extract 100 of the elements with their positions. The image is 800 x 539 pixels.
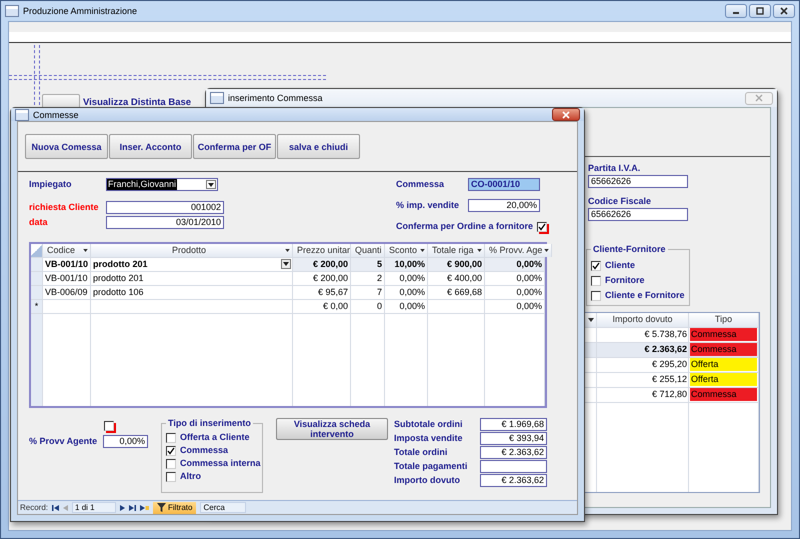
column-header[interactable]: % Provv. Age (485, 244, 552, 257)
input-field[interactable]: € 393,94 (480, 432, 547, 445)
input-field[interactable]: 001002 (106, 201, 224, 214)
table-cell: € 900,00 (446, 259, 482, 269)
close-icon (780, 7, 788, 15)
column-header[interactable]: Totale riga (428, 244, 485, 257)
option-label: Cliente e Fornitore (605, 290, 685, 301)
input-field[interactable]: € 2.363,62 (480, 474, 547, 487)
input-field[interactable]: € 1.969,68 (480, 418, 547, 431)
command-button[interactable]: salva e chiudi (277, 134, 360, 159)
column-header[interactable]: Sconto (385, 244, 428, 257)
column-header[interactable]: Prodotto (91, 244, 293, 257)
table-cell: € 295,20 (597, 358, 689, 372)
table-row[interactable]: VB-001/10 prodotto 201 € 200,00 5 10,00% € 900,00 0,00% (31, 258, 545, 272)
filter-button[interactable]: Filtrato (153, 502, 196, 514)
input-field[interactable]: CO-0001/10 (468, 178, 540, 191)
window-title: Produzione Amministrazione (23, 6, 138, 16)
new-record-icon[interactable] (140, 504, 150, 510)
option-label: Cliente (605, 260, 636, 271)
input-field[interactable] (480, 460, 547, 473)
maximize-button[interactable] (749, 4, 771, 18)
column-header[interactable]: Quanti (351, 244, 385, 257)
table-row[interactable]: € 2.363,62 Commessa (585, 343, 759, 358)
table-cell: 0 (376, 301, 382, 311)
command-button[interactable]: Visualizza scheda intervento (276, 418, 388, 440)
table-row[interactable]: VB-006/09 prodotto 106 € 95,67 7 0,00% € 669,68 0,00% (31, 286, 545, 300)
close-icon (755, 94, 763, 102)
table-cell: € 95,67 (318, 287, 348, 297)
checkbox[interactable] (166, 472, 176, 482)
checkbox[interactable] (104, 421, 114, 431)
table-cell: 0,00% (399, 287, 425, 297)
table-cell: 0,00% (516, 259, 542, 269)
table-cell: € 669,68 (446, 287, 482, 297)
field-label: Partita I.V.A. (588, 163, 642, 174)
caret-icon (420, 249, 425, 252)
option-label: Fornitore (605, 275, 644, 286)
table-cell: € 0,00 (322, 301, 348, 311)
column-header[interactable] (585, 313, 597, 327)
next-record-icon[interactable] (120, 504, 126, 510)
command-button[interactable]: Nuova Comessa (25, 134, 108, 159)
dropdown-button[interactable] (281, 259, 291, 269)
field-label: % imp. vendite (396, 200, 460, 211)
checkbox[interactable] (591, 290, 601, 300)
table-row[interactable]: € 712,80 Commessa (585, 388, 759, 403)
option-label: Offerta a Cliente (180, 432, 250, 443)
dropdown-field[interactable]: Franchi,Giovanni (106, 178, 218, 191)
option-label: Commessa interna (180, 458, 261, 469)
input-field[interactable]: 65662626 (588, 208, 688, 221)
checkbox[interactable] (537, 222, 547, 232)
command-button[interactable]: Conferma per OF (193, 134, 276, 159)
input-field[interactable]: 03/01/2010 (106, 216, 224, 229)
checkbox[interactable] (591, 276, 601, 286)
checkbox[interactable] (166, 458, 176, 468)
command-button[interactable]: Inser. Acconto (109, 134, 192, 159)
record-position-field[interactable]: 1 di 1 (72, 502, 116, 513)
close-button[interactable] (552, 108, 580, 121)
checkbox[interactable] (591, 260, 601, 270)
last-record-icon[interactable] (129, 504, 136, 510)
field-label: Subtotale ordini (394, 419, 462, 430)
table-cell: 7 (376, 287, 382, 297)
table-cell: 0,00% (399, 301, 425, 311)
input-field[interactable]: 65662626 (588, 175, 688, 188)
input-field[interactable]: 20,00% (468, 199, 540, 212)
input-field[interactable]: € 2.363,62 (480, 446, 547, 459)
form-icon (5, 5, 19, 17)
status-tag: Offerta (690, 373, 757, 386)
table-cell: prodotto 106 (93, 287, 144, 297)
table-cell: 0,00% (516, 301, 542, 311)
table-row[interactable]: € 255,12 Offerta (585, 373, 759, 388)
row-selector[interactable]: * (31, 300, 43, 313)
field-label: Impiegato (29, 179, 73, 190)
table-cell: € 400,00 (446, 273, 482, 283)
funnel-icon (157, 503, 166, 512)
table-cell: 2 (376, 273, 382, 283)
column-header[interactable]: Importo dovuto (597, 313, 689, 327)
form-icon (15, 108, 29, 120)
table-row[interactable]: VB-001/10 prodotto 201 € 200,00 2 0,00% € 400,00 0,00% (31, 272, 545, 286)
close-button[interactable] (773, 4, 795, 18)
table-cell: € 255,12 (597, 373, 689, 387)
column-header[interactable]: Tipo (689, 313, 759, 327)
table-cell: € 712,80 (597, 388, 689, 402)
search-field[interactable]: Cerca (200, 502, 246, 513)
table-row[interactable]: € 295,20 Offerta (585, 358, 759, 373)
caret-icon (83, 249, 88, 252)
checkbox[interactable] (166, 432, 176, 442)
column-header[interactable]: Codice (43, 244, 91, 257)
first-record-icon[interactable] (52, 504, 60, 510)
option-label: Commessa (180, 445, 228, 456)
table-cell: € 200,00 (312, 273, 348, 283)
minimize-button[interactable] (725, 4, 747, 18)
caret-icon (544, 249, 550, 252)
field-label: Commessa (396, 179, 445, 190)
checkbox[interactable] (166, 446, 176, 456)
input-field[interactable]: 0,00% (103, 435, 148, 448)
column-header[interactable]: Prezzo unitar (293, 244, 351, 257)
table-cell: € 200,00 (312, 259, 348, 269)
field-label: % Provv Agente (29, 436, 98, 447)
group-title: Tipo di inserimento (166, 418, 253, 429)
caret-icon (283, 262, 289, 266)
table-row[interactable]: * € 0,00 0 0,00% 0,00% (31, 300, 545, 314)
